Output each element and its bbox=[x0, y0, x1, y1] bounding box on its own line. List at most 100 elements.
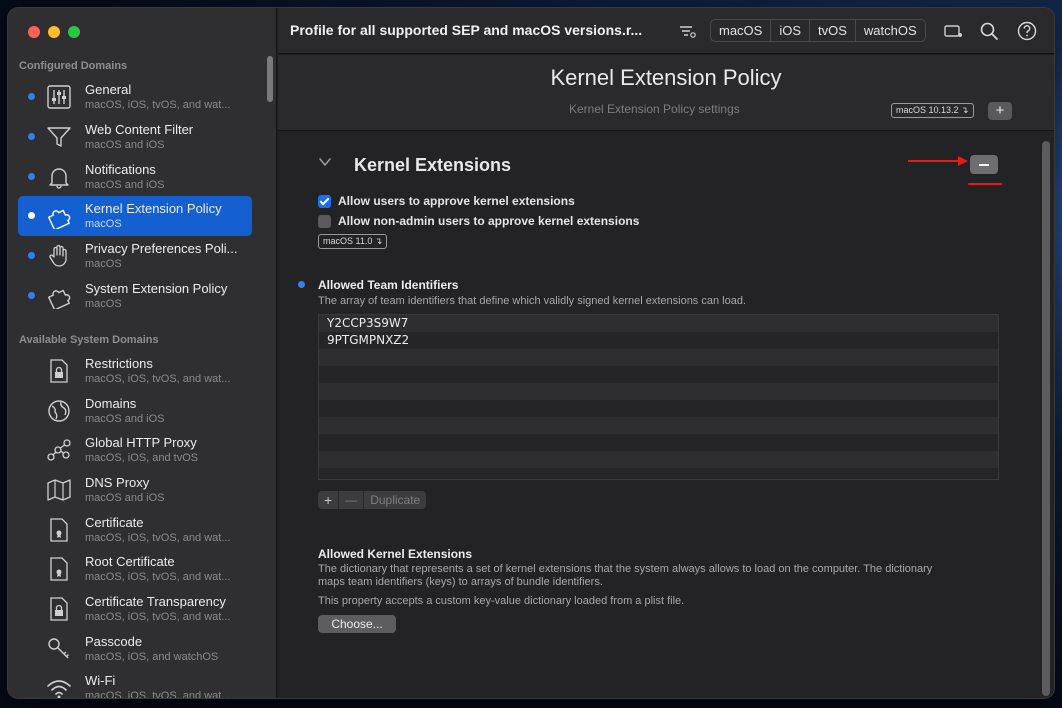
help-icon[interactable] bbox=[1016, 20, 1038, 42]
sidebar-item-dns-proxy[interactable]: DNS Proxy macOS and iOS bbox=[18, 470, 252, 510]
payload-header: Kernel Extension Policy Kernel Extension… bbox=[278, 55, 1054, 131]
remove-row-button[interactable]: — bbox=[339, 491, 365, 509]
sidebar-item-platforms: macOS, iOS, tvOS, and wat... bbox=[85, 99, 231, 111]
sidebar-item-label: Notifications bbox=[85, 162, 156, 177]
team-identifiers-table[interactable]: Y2CCP3S9W7 9PTGMPNXZ2 bbox=[318, 314, 999, 480]
checkbox-label: Allow users to approve kernel extensions bbox=[338, 194, 575, 208]
table-row-empty bbox=[319, 451, 998, 468]
sidebar-item-passcode[interactable]: Passcode macOS, iOS, and watchOS bbox=[18, 629, 252, 669]
table-row-empty bbox=[319, 366, 998, 383]
search-icon[interactable] bbox=[978, 20, 1000, 42]
sidebar-item-certificate-transparency[interactable]: Certificate Transparency macOS, iOS, tvO… bbox=[18, 589, 252, 629]
allow-users-checkbox-row[interactable]: Allow users to approve kernel extensions bbox=[318, 193, 575, 209]
configured-dot bbox=[28, 212, 35, 219]
bell-icon bbox=[46, 164, 72, 190]
platform-selector: macOS iOS tvOS watchOS bbox=[710, 19, 926, 42]
page-title: Kernel Extension Policy bbox=[550, 65, 782, 90]
wifi-icon bbox=[46, 675, 72, 698]
filter-list-icon[interactable] bbox=[676, 20, 698, 42]
sidebar-item-platforms: macOS and iOS bbox=[85, 413, 165, 425]
minimize-window-button[interactable] bbox=[48, 26, 60, 38]
sidebar-item-root-certificate[interactable]: Root Certificate macOS, iOS, tvOS, and w… bbox=[18, 549, 252, 589]
app-window: Configured Domains General macOS, iOS, t… bbox=[8, 8, 1054, 698]
table-row[interactable]: Y2CCP3S9W7 bbox=[319, 315, 998, 332]
allow-nonadmin-checkbox-row[interactable]: Allow non-admin users to approve kernel … bbox=[318, 213, 639, 229]
network-icon bbox=[46, 437, 72, 463]
available-domains-heading: Available System Domains bbox=[19, 334, 159, 346]
chevron-down-icon[interactable] bbox=[318, 155, 332, 169]
sidebar-item-label: Privacy Preferences Poli... bbox=[85, 241, 238, 256]
zoom-window-button[interactable] bbox=[68, 26, 80, 38]
sidebar-item-general[interactable]: General macOS, iOS, tvOS, and wat... bbox=[18, 77, 252, 117]
sidebar-item-global-http-proxy[interactable]: Global HTTP Proxy macOS, iOS, and tvOS bbox=[18, 430, 252, 470]
table-row-empty bbox=[319, 400, 998, 417]
add-payload-button[interactable]: + bbox=[988, 102, 1012, 120]
sidebar-item-label: Passcode bbox=[85, 634, 143, 649]
kernel-extensions-note: This property accepts a custom key-value… bbox=[318, 595, 685, 607]
configured-dot bbox=[28, 93, 35, 100]
puzzle-icon bbox=[46, 203, 72, 231]
sidebar-item-label: Certificate bbox=[85, 515, 144, 530]
toolbar: Profile for all supported SEP and macOS … bbox=[278, 8, 1054, 54]
allow-users-checkbox[interactable] bbox=[318, 194, 331, 208]
platform-macos[interactable]: macOS bbox=[711, 20, 772, 41]
sidebar-item-wifi[interactable]: Wi-Fi macOS, iOS, tvOS, and wat... bbox=[18, 668, 252, 698]
sidebar-scrollbar[interactable] bbox=[267, 56, 273, 102]
sidebar-item-certificate[interactable]: Certificate macOS, iOS, tvOS, and wat... bbox=[18, 510, 252, 550]
sidebar-item-system-extension-policy[interactable]: System Extension Policy macOS bbox=[18, 276, 252, 316]
version-badge[interactable]: macOS 10.13.2 ↴ bbox=[891, 103, 974, 118]
globe-icon bbox=[46, 398, 72, 424]
sidebar-item-notifications[interactable]: Notifications macOS and iOS bbox=[18, 157, 252, 197]
sidebar-item-platforms: macOS bbox=[85, 258, 122, 270]
sidebar-item-kernel-extension-policy[interactable]: Kernel Extension Policy macOS bbox=[18, 196, 252, 236]
sidebar-item-privacy-preferences[interactable]: Privacy Preferences Poli... macOS bbox=[18, 236, 252, 276]
add-row-button[interactable]: + bbox=[318, 491, 340, 509]
remove-section-button[interactable] bbox=[970, 155, 998, 174]
table-row-empty bbox=[319, 383, 998, 400]
sidebar-item-platforms: macOS, iOS, tvOS, and wat... bbox=[85, 571, 231, 583]
allow-nonadmin-checkbox[interactable] bbox=[318, 214, 331, 228]
table-row-empty bbox=[319, 417, 998, 434]
annotation-arrow-icon bbox=[908, 156, 968, 166]
duplicate-row-button[interactable]: Duplicate bbox=[364, 491, 426, 509]
map-icon bbox=[46, 477, 72, 503]
annotation-underline bbox=[968, 183, 1002, 185]
puzzle-icon bbox=[46, 283, 72, 311]
window-controls bbox=[28, 26, 80, 38]
sidebar-item-platforms: macOS, iOS, and tvOS bbox=[85, 452, 199, 464]
table-row[interactable]: 9PTGMPNXZ2 bbox=[319, 332, 998, 349]
main-scrollbar[interactable] bbox=[1042, 141, 1050, 696]
sidebar-item-platforms: macOS and iOS bbox=[85, 492, 165, 504]
close-window-button[interactable] bbox=[28, 26, 40, 38]
sidebar-item-platforms: macOS and iOS bbox=[85, 139, 165, 151]
configured-dot bbox=[298, 281, 305, 288]
kernel-extensions-description: maps team identifiers (keys) to arrays o… bbox=[318, 576, 603, 588]
kernel-extensions-description: The dictionary that represents a set of … bbox=[318, 563, 933, 575]
sidebar-item-label: Certificate Transparency bbox=[85, 594, 226, 609]
version-badge[interactable]: macOS 11.0 ↴ bbox=[318, 234, 388, 249]
platform-ios[interactable]: iOS bbox=[771, 20, 811, 41]
sidebar-item-restrictions[interactable]: Restrictions macOS, iOS, tvOS, and wat..… bbox=[18, 351, 252, 391]
choose-plist-button[interactable]: Choose... bbox=[318, 615, 396, 633]
table-controls: + — Duplicate bbox=[318, 491, 427, 509]
sliders-icon bbox=[46, 84, 72, 110]
hand-icon bbox=[46, 243, 72, 269]
table-row-empty bbox=[319, 434, 998, 451]
sidebar-item-label: System Extension Policy bbox=[85, 281, 228, 296]
sidebar-item-domains[interactable]: Domains macOS and iOS bbox=[18, 391, 252, 431]
configured-domains-heading: Configured Domains bbox=[19, 60, 128, 72]
page-subtitle: Kernel Extension Policy settings bbox=[569, 102, 740, 116]
document-title: Profile for all supported SEP and macOS … bbox=[290, 22, 643, 38]
platform-tvos[interactable]: tvOS bbox=[810, 20, 856, 41]
sidebar-item-web-content-filter[interactable]: Web Content Filter macOS and iOS bbox=[18, 117, 252, 157]
preview-icon[interactable] bbox=[942, 20, 964, 42]
funnel-icon bbox=[46, 124, 72, 150]
sidebar-item-label: Root Certificate bbox=[85, 554, 175, 569]
platform-watchos[interactable]: watchOS bbox=[856, 20, 925, 41]
sidebar-item-platforms: macOS bbox=[85, 218, 122, 230]
sidebar-item-platforms: macOS and iOS bbox=[85, 179, 165, 191]
table-row-empty bbox=[319, 349, 998, 366]
certificate-lock-icon bbox=[46, 596, 72, 622]
sidebar-item-label: Restrictions bbox=[85, 356, 153, 371]
sidebar-item-label: General bbox=[85, 82, 132, 97]
